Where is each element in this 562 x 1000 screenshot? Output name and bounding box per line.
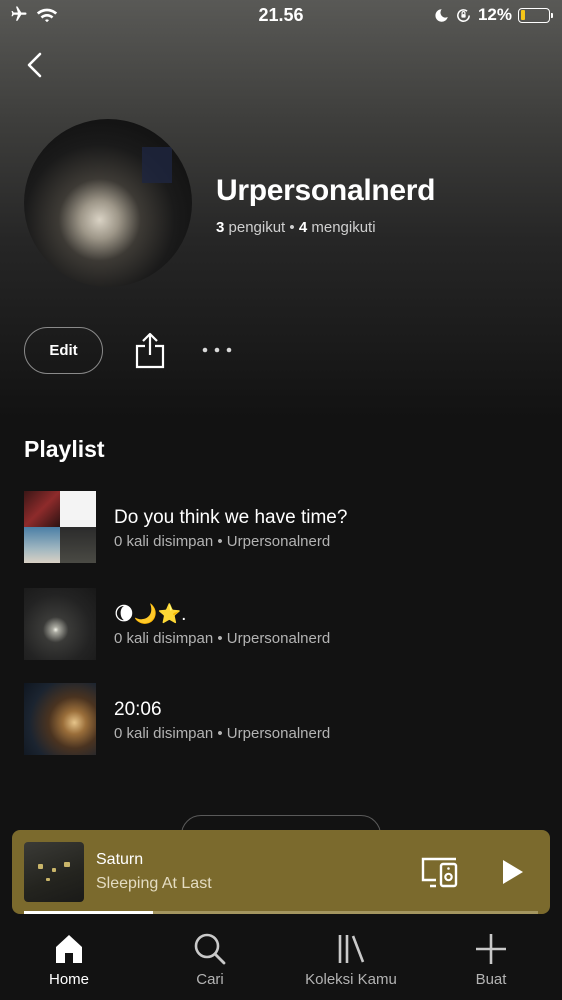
playlist-item[interactable]: 20:06 0 kali disimpan • Urpersonalnerd (24, 683, 544, 755)
rotation-lock-icon (457, 8, 470, 22)
library-icon (338, 935, 365, 963)
now-playing-title: Saturn (96, 851, 144, 868)
playlist-subtitle: 0 kali disimpan • Urpersonalnerd (114, 724, 331, 742)
back-chevron-icon[interactable] (18, 48, 52, 82)
playlist-subtitle: 0 kali disimpan • Urpersonalnerd (114, 532, 331, 550)
edit-profile-button[interactable]: Edit (24, 327, 103, 374)
nav-home[interactable]: Home (9, 932, 129, 988)
moon-icon (435, 8, 448, 22)
nav-label: Home (48, 971, 89, 988)
battery-icon (518, 7, 553, 23)
follow-stats[interactable]: 3 pengikut • 4 mengikuti (216, 219, 376, 236)
playlist-cover (24, 491, 96, 563)
battery-percent: 12% (477, 5, 512, 24)
nav-search[interactable]: Cari (150, 932, 270, 988)
following-count: 4 (298, 219, 308, 236)
following-label: mengikuti (311, 219, 376, 236)
status-bar: 21.56 12% (0, 0, 562, 32)
bottom-nav: Home Cari Koleksi Kamu Buat (0, 914, 562, 1000)
nav-label: Buat (475, 971, 507, 988)
more-options-icon[interactable] (200, 340, 234, 360)
playlist-item[interactable]: Do you think we have time? 0 kali disimp… (24, 491, 544, 563)
search-icon (194, 933, 226, 965)
playlist-title: 20:06 (114, 698, 162, 720)
plus-icon (476, 934, 506, 964)
nav-library[interactable]: Koleksi Kamu (291, 932, 411, 988)
playlist-cover (24, 683, 96, 755)
share-icon[interactable] (134, 331, 166, 369)
now-playing-artwork (24, 842, 84, 902)
playlist-section-title: Playlist (24, 436, 105, 462)
home-icon (56, 935, 82, 963)
playlist-title: 🌘🌙⭐. (114, 603, 187, 625)
followers-count: 3 (216, 219, 225, 236)
nav-label: Koleksi Kamu (305, 971, 397, 988)
followers-label: pengikut (228, 219, 286, 236)
now-playing-bar[interactable]: Saturn Sleeping At Last (12, 830, 550, 914)
now-playing-artist: Sleeping At Last (96, 875, 212, 892)
playlist-title: Do you think we have time? (114, 506, 348, 528)
play-icon[interactable] (498, 858, 526, 886)
stats-separator: • (289, 219, 295, 236)
playlist-item[interactable]: 🌘🌙⭐. 0 kali disimpan • Urpersonalnerd (24, 588, 544, 660)
playlist-cover (24, 588, 96, 660)
profile-name: Urpersonalnerd (216, 174, 436, 207)
playlist-subtitle: 0 kali disimpan • Urpersonalnerd (114, 629, 331, 647)
connect-device-icon[interactable] (420, 856, 460, 888)
nav-create[interactable]: Buat (431, 932, 551, 988)
nav-label: Cari (196, 971, 224, 988)
profile-avatar (24, 119, 192, 287)
